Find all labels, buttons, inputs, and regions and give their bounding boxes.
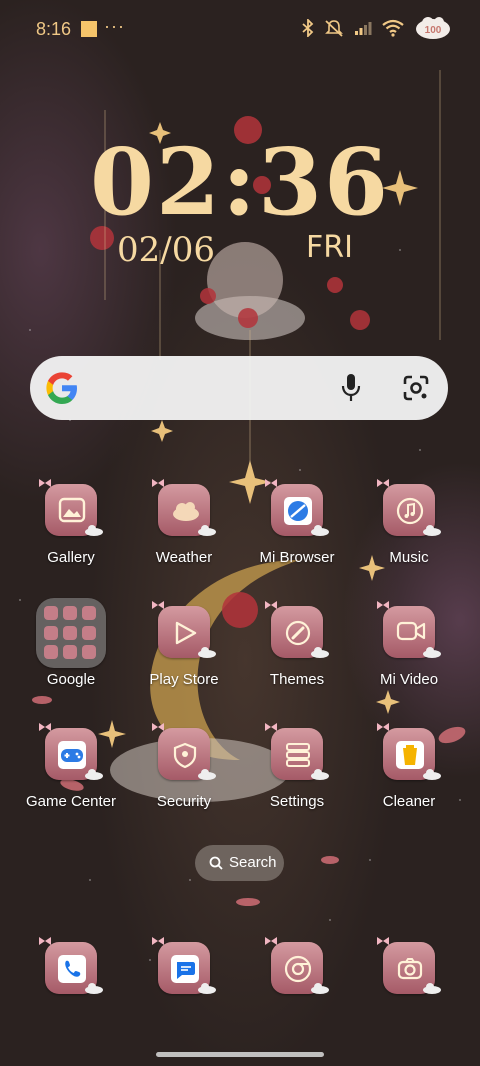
app-cleaner[interactable]: Cleaner [354,723,464,828]
bow-decoration-icon [377,723,389,731]
game-controller-icon [58,741,86,769]
cloud-decoration-icon [423,525,441,536]
google-logo-icon [46,372,77,404]
app-label: Play Store [149,671,219,688]
bow-decoration-icon [265,601,277,609]
app-play-store[interactable]: Play Store [129,601,239,706]
app-label: Gallery [47,549,95,566]
voice-search-icon[interactable] [341,373,361,403]
battery-icon: 100 [416,17,450,39]
cloud-decoration-icon [198,983,216,994]
bow-decoration-icon [265,937,277,945]
more-notifications-icon: ··· [104,16,125,36]
bluetooth-icon [302,19,314,37]
mute-icon [325,20,343,37]
app-security[interactable]: Security [129,723,239,828]
play-store-icon [175,621,197,645]
themes-brush-icon [285,620,311,646]
signal-icon [355,22,372,35]
dock-messages[interactable] [129,937,239,1042]
app-label: Google [46,671,96,688]
status-bar: 8:16 ··· 100 [0,0,480,60]
bow-decoration-icon [152,601,164,609]
app-mi-video[interactable]: Mi Video [354,601,464,706]
messages-icon [171,955,199,983]
clock-day[interactable]: FRI [306,230,353,265]
cloud-decoration-icon [85,769,103,780]
folder-preview-icons [44,606,98,660]
google-lens-icon[interactable] [402,374,430,402]
app-label: Music [389,549,429,566]
shield-icon [173,742,197,769]
app-mi-browser[interactable]: Mi Browser [242,479,352,584]
app-label: Settings [269,793,325,810]
bow-decoration-icon [152,937,164,945]
cloud-decoration-icon [311,647,329,658]
app-label: Cleaner [382,793,436,810]
app-label: Mi Video [379,671,439,688]
wifi-icon [382,19,404,37]
bow-decoration-icon [377,479,389,487]
phone-icon [58,955,86,983]
cloud-decoration-icon [423,983,441,994]
folder-tile [36,598,106,668]
gallery-icon [58,497,86,523]
bow-decoration-icon [39,479,51,487]
cloud-decoration-icon [85,983,103,994]
bow-decoration-icon [39,937,51,945]
camera-icon [397,958,423,980]
app-weather[interactable]: Weather [129,479,239,584]
chrome-icon [284,955,312,983]
app-game-center[interactable]: Game Center [16,723,126,828]
music-icon [396,497,424,525]
bow-decoration-icon [39,723,51,731]
cloud-decoration-icon [311,769,329,780]
dock-chrome[interactable] [242,937,352,1042]
app-settings[interactable]: Settings [242,723,352,828]
app-label: Themes [269,671,325,688]
status-time: 8:16 [36,19,72,39]
app-label: Mi Browser [259,549,335,566]
cloud-decoration-icon [311,983,329,994]
app-label: Security [156,793,212,810]
cloud-decoration-icon [198,647,216,658]
google-search-bar[interactable] [30,356,448,420]
app-search-label: Search [229,854,277,871]
cloud-decoration-icon [198,525,216,536]
cloud-decoration-icon [85,525,103,536]
settings-icon [286,743,310,767]
app-label: Weather [155,549,213,566]
app-label: Game Center [25,793,117,810]
app-music[interactable]: Music [354,479,464,584]
browser-icon [284,497,312,525]
trash-icon [396,741,424,769]
app-themes[interactable]: Themes [242,601,352,706]
dock-camera[interactable] [354,937,464,1042]
notification-icon [81,21,97,37]
app-gallery[interactable]: Gallery [16,479,126,584]
weather-icon [173,502,199,521]
cloud-decoration-icon [198,769,216,780]
cloud-decoration-icon [423,647,441,658]
clock-time[interactable]: 02:36 [0,128,480,236]
app-folder-google[interactable]: Google [16,598,126,706]
cloud-decoration-icon [311,525,329,536]
bow-decoration-icon [152,723,164,731]
bow-decoration-icon [377,601,389,609]
status-icons: 100 [302,16,452,40]
bow-decoration-icon [265,479,277,487]
search-icon [209,856,223,870]
gesture-nav-handle[interactable] [156,1052,324,1057]
bow-decoration-icon [265,723,277,731]
bow-decoration-icon [377,937,389,945]
dock-phone[interactable] [16,937,126,1042]
app-search-button[interactable]: Search [195,845,284,881]
cloud-decoration-icon [423,769,441,780]
bow-decoration-icon [152,479,164,487]
clock-date[interactable]: 02/06 [117,230,215,270]
video-icon [396,621,426,641]
battery-level: 100 [425,25,442,36]
